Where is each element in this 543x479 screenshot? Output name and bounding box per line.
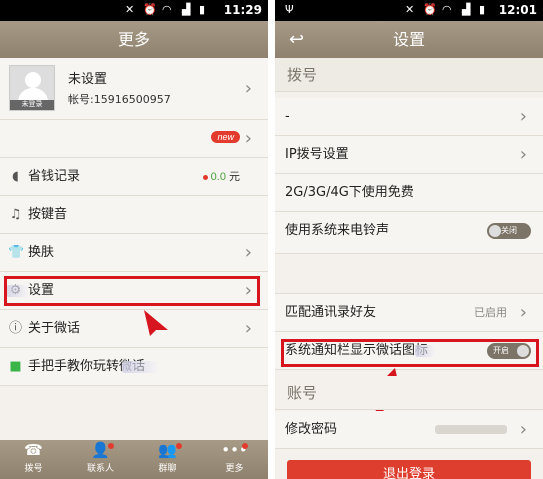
blur-mark — [122, 361, 158, 373]
settings-item-ip-dial[interactable]: IP拨号设置 › — [275, 136, 543, 174]
battery-icon: ▮ — [199, 3, 206, 16]
menu-item-skin[interactable]: 👕 换肤 › — [0, 234, 268, 272]
status-time: 11:29 — [223, 3, 262, 17]
chevron-right-icon: › — [519, 419, 527, 440]
notification-dot — [176, 443, 182, 449]
wifi-icon: ◠ — [442, 3, 452, 16]
status-time: 12:01 — [498, 3, 537, 17]
signal-icon: ▟ — [462, 3, 471, 16]
masked-account — [435, 425, 507, 434]
back-arrow-icon[interactable]: ↩ — [289, 21, 304, 58]
highlight-box — [281, 339, 539, 367]
status-text: 已启用 — [474, 307, 507, 319]
piggy-bank-icon: ◖ — [12, 169, 19, 184]
signal-icon: ▟ — [182, 3, 191, 16]
menu-item-tutorial[interactable]: ■ 手把手教你玩转微话 — [0, 348, 268, 386]
tab-more[interactable]: ••• 更多 — [201, 440, 268, 479]
chevron-right-icon: › — [519, 302, 527, 323]
profile-account: 帐号:15916500957 — [68, 93, 171, 106]
alarm-icon: ⏰ — [423, 3, 437, 16]
usb-icon: Ψ — [285, 3, 294, 16]
music-note-icon: ♫ — [9, 207, 22, 222]
page-header: ↩ 设置 — [275, 21, 543, 58]
contacts-icon: 👤 — [91, 441, 110, 459]
logout-button[interactable]: 退出登录 — [287, 460, 531, 479]
group-chat-icon: 👥 — [158, 441, 177, 459]
tab-dial[interactable]: ☎ 拨号 — [0, 440, 67, 479]
info-icon: ⓘ — [8, 321, 22, 336]
mute-icon: ✕ — [405, 3, 415, 16]
savings-amount: 0.0 元 — [202, 158, 240, 196]
video-icon: ■ — [9, 359, 22, 374]
profile-row[interactable]: 未登录 未设置 帐号:15916500957 › — [0, 58, 268, 120]
highlight-box — [4, 276, 260, 306]
new-badge: new — [211, 131, 240, 143]
settings-item-dial-mode[interactable]: - › — [275, 98, 543, 136]
settings-item-free-network[interactable]: 2G/3G/4G下使用免费 — [275, 174, 543, 212]
mute-icon: ✕ — [125, 3, 135, 16]
chevron-right-icon: › — [244, 78, 252, 99]
menu-item-savings-record[interactable]: ◖ 省钱记录 0.0 元 — [0, 158, 268, 196]
avatar-caption: 未登录 — [10, 100, 54, 110]
page-title: 更多 — [0, 21, 268, 58]
promo-row[interactable]: new › — [0, 120, 268, 158]
battery-icon: ▮ — [479, 3, 486, 16]
phone-icon: ☎ — [24, 441, 43, 459]
phone-screen-settings: Ψ ✕ ⏰ ◠ ▟ ▮ 12:01 ↩ 设置 拨号 - › IP拨号设置 › 2… — [275, 0, 543, 479]
tab-contacts[interactable]: 👤 联系人 — [67, 440, 134, 479]
more-icon: ••• — [221, 441, 248, 459]
menu-item-about[interactable]: ⓘ 关于微话 › — [0, 310, 268, 348]
status-bar: Ψ ✕ ⏰ ◠ ▟ ▮ 12:01 — [275, 0, 543, 21]
chevron-right-icon: › — [244, 128, 252, 149]
profile-name: 未设置 — [68, 72, 108, 87]
tab-bar: ☎ 拨号 👤 联系人 👥 群聊 ••• 更多 — [0, 440, 268, 479]
page-title: 设置 — [392, 30, 425, 49]
tshirt-icon: 👕 — [8, 245, 25, 260]
section-header-dial: 拨号 — [275, 58, 543, 92]
menu-item-label: 按键音 — [28, 207, 68, 222]
menu-item-label: 关于微话 — [28, 321, 81, 336]
menu-item-label: 省钱记录 — [28, 169, 81, 184]
wifi-icon: ◠ — [162, 3, 172, 16]
chevron-right-icon: › — [244, 242, 252, 263]
section-header-account: 账号 — [275, 376, 543, 410]
chevron-right-icon: › — [244, 318, 252, 339]
menu-item-key-sound[interactable]: ♫ 按键音 — [0, 196, 268, 234]
notification-dot — [108, 443, 114, 449]
annotation-arrow — [144, 310, 168, 336]
menu-item-label: 换肤 — [28, 245, 55, 260]
spacer — [275, 254, 543, 294]
tab-group-chat[interactable]: 👥 群聊 — [134, 440, 201, 479]
chevron-right-icon: › — [519, 106, 527, 127]
notification-dot — [242, 443, 248, 449]
avatar[interactable]: 未登录 — [9, 65, 55, 111]
status-bar: ✕ ⏰ ◠ ▟ ▮ 11:29 — [0, 0, 268, 21]
settings-item-change-password[interactable]: 修改密码 › — [275, 411, 543, 449]
ringtone-toggle[interactable]: 关闭 — [487, 223, 531, 239]
phone-screen-more: ✕ ⏰ ◠ ▟ ▮ 11:29 更多 未登录 未设置 帐号:1591650095… — [0, 0, 268, 479]
settings-item-system-ringtone[interactable]: 使用系统来电铃声 关闭 — [275, 212, 543, 254]
alarm-icon: ⏰ — [143, 3, 157, 16]
chevron-right-icon: › — [519, 144, 527, 165]
settings-item-match-contacts[interactable]: 匹配通讯录好友 已启用 › — [275, 294, 543, 332]
